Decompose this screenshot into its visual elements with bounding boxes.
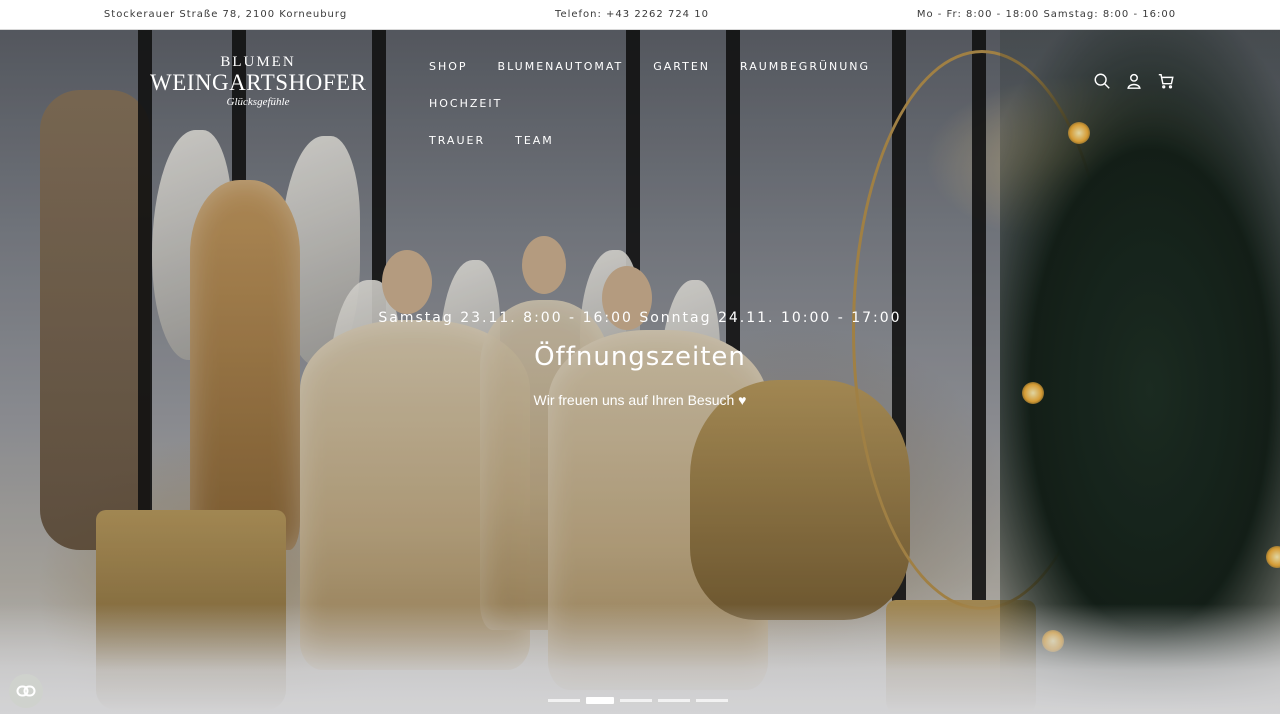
accessibility-button[interactable]	[9, 674, 43, 708]
store-phone[interactable]: Telefon: +43 2262 724 10	[485, 9, 779, 20]
nav-item-garten[interactable]: GARTEN	[653, 60, 710, 94]
hero-subheading: Samstag 23.11. 8:00 - 16:00 Sonntag 24.1…	[378, 310, 902, 326]
announcement-bar: Stockerauer Straße 78, 2100 Korneuburg T…	[0, 0, 1280, 30]
store-address: Stockerauer Straße 78, 2100 Korneuburg	[103, 9, 348, 20]
nav-item-blumenautomat[interactable]: BLUMENAUTOMAT	[498, 60, 624, 94]
link-icon	[16, 685, 36, 697]
nav-item-team[interactable]: TEAM	[515, 134, 554, 168]
logo-line-2: WEINGARTSHOFER	[150, 70, 367, 95]
nav-item-shop[interactable]: SHOP	[429, 60, 468, 94]
cart-icon[interactable]	[1157, 72, 1175, 90]
search-icon[interactable]	[1093, 72, 1111, 90]
account-icon[interactable]	[1125, 72, 1143, 90]
nav-item-trauer[interactable]: TRAUER	[429, 134, 485, 168]
nav-item-raumbegruenung[interactable]: RAUMBEGRÜNUNG	[740, 60, 870, 94]
slide-dot[interactable]	[548, 699, 580, 702]
slide-dot[interactable]	[658, 699, 690, 702]
main-navigation: SHOP BLUMENAUTOMAT GARTEN RAUMBEGRÜNUNG HOCH…	[429, 57, 989, 168]
store-hours: Mo - Fr: 8:00 - 18:00 Samstag: 8:00 - 16…	[916, 9, 1177, 20]
header-icons	[1093, 72, 1175, 90]
nav-item-hochzeit[interactable]: HOCHZEIT	[429, 97, 502, 131]
slide-dot-active[interactable]	[586, 697, 614, 704]
slideshow-pagination	[548, 697, 728, 704]
site-logo[interactable]: BLUMEN WEINGARTSHOFER Glücksgefühle	[150, 54, 366, 108]
hero-heading: Öffnungszeiten	[534, 342, 746, 372]
logo-tagline: Glücksgefühle	[226, 96, 290, 108]
slide-dot[interactable]	[620, 699, 652, 702]
slide-dot[interactable]	[696, 699, 728, 702]
logo-line-1: BLUMEN	[220, 54, 296, 70]
hero-text: Wir freuen uns auf Ihren Besuch ♥	[533, 392, 747, 408]
